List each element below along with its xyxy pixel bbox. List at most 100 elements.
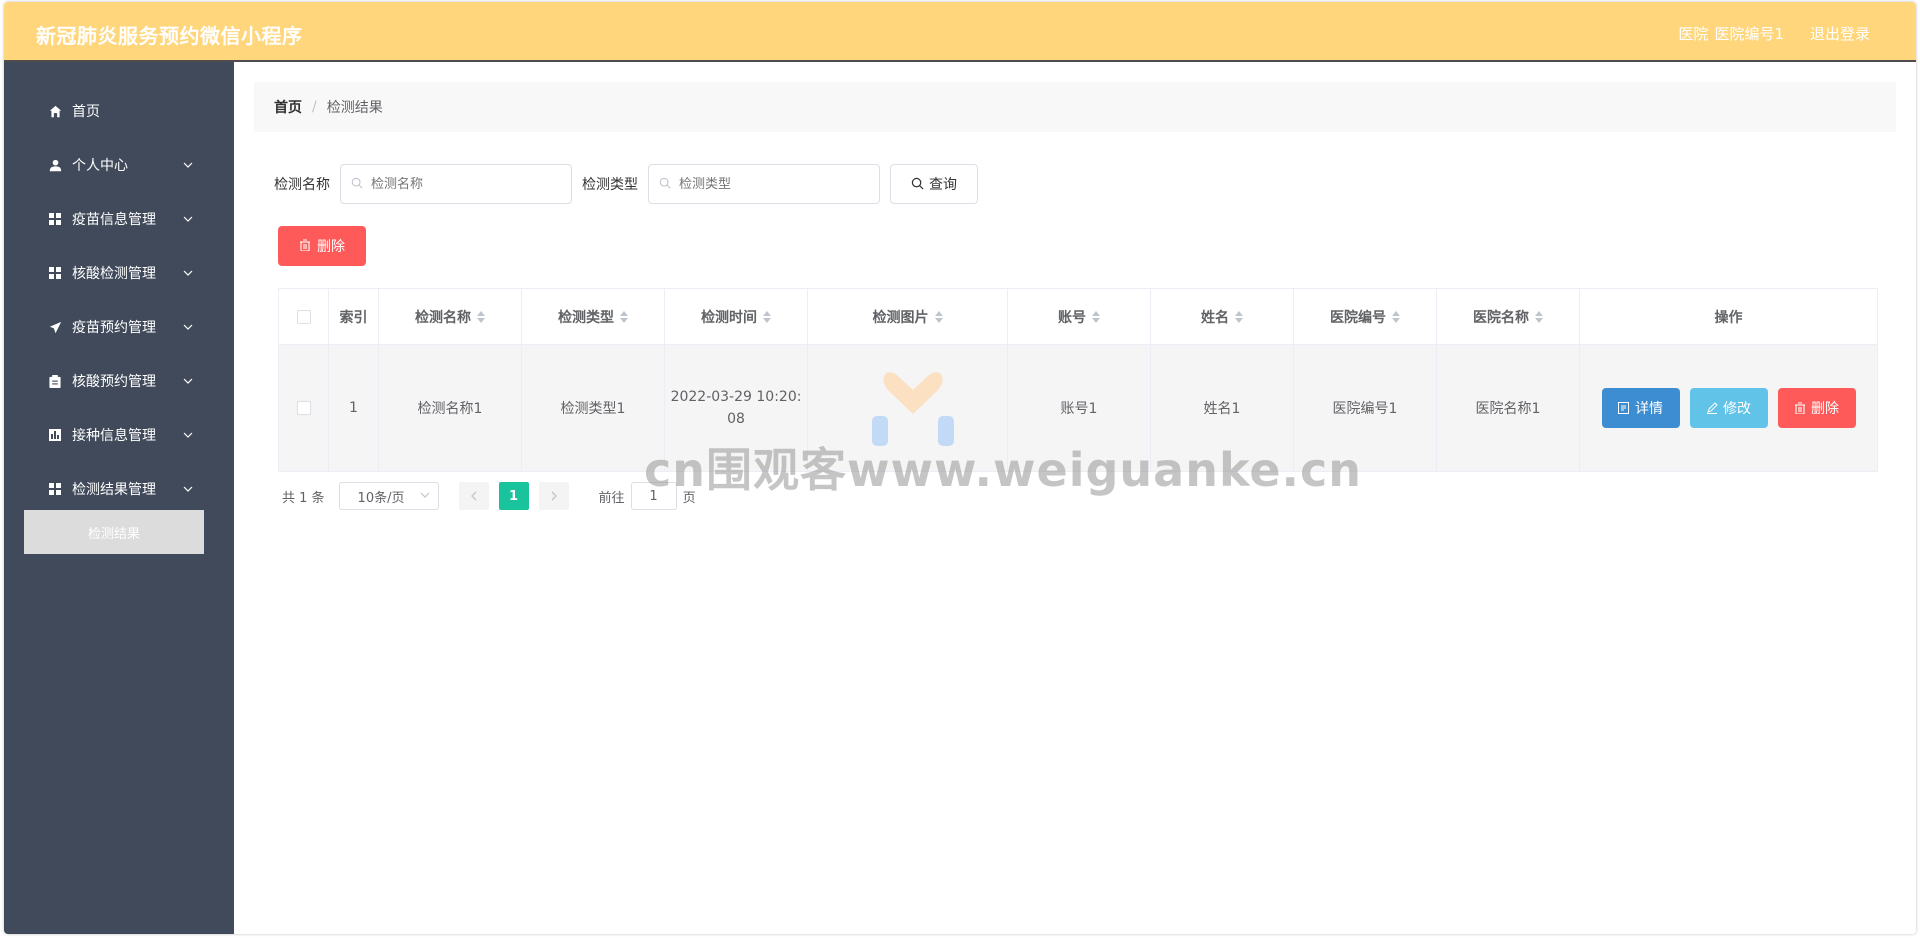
header-test-image[interactable]: 检测图片 (808, 289, 1008, 344)
select-all-checkbox[interactable] (296, 309, 311, 324)
chevron-left-icon (470, 491, 477, 501)
prev-page-button[interactable] (458, 482, 489, 510)
cell-index: 1 (329, 345, 379, 471)
breadcrumb: 首页 / 检测结果 (254, 82, 1896, 132)
table-header: 索引 检测名称 检测类型 检测时间 检测图片 账号 姓名 医院编号 医院名称 操… (279, 289, 1877, 345)
sort-icon[interactable] (1535, 310, 1543, 323)
chevron-down-icon (182, 429, 194, 441)
query-button-label: 查询 (929, 177, 957, 193)
column-label: 姓名 (1201, 309, 1229, 326)
row-delete-button[interactable]: 删除 (1777, 388, 1856, 428)
search-bar: 检测名称 检测类型 查询 (274, 164, 978, 204)
chevron-down-icon (182, 375, 194, 387)
header-select-cell (279, 289, 329, 344)
query-button[interactable]: 查询 (890, 164, 978, 204)
sort-icon[interactable] (477, 310, 485, 323)
breadcrumb-separator: / (312, 99, 317, 115)
pagination-total: 共 1 条 (282, 490, 325, 506)
page-size-select[interactable]: 10条/页 (338, 482, 439, 510)
cell-hospital-code: 医院编号1 (1294, 345, 1437, 471)
user-area: 医院 医院编号1 退出登录 (1678, 23, 1870, 44)
home-icon (48, 104, 62, 118)
sidebar-item-home[interactable]: 首页 (4, 84, 234, 138)
header-hospital-name[interactable]: 医院名称 (1437, 289, 1580, 344)
clipboard-icon (48, 374, 62, 388)
grid-icon (48, 266, 62, 280)
sidebar-item-result-management[interactable]: 检测结果管理 (4, 462, 234, 516)
logout-link[interactable]: 退出登录 (1810, 23, 1870, 44)
page-number-current[interactable]: 1 (498, 482, 529, 510)
header-person-name[interactable]: 姓名 (1151, 289, 1294, 344)
grid-icon (48, 212, 62, 226)
sidebar-item-label: 检测结果管理 (72, 482, 156, 498)
type-search-field[interactable] (648, 164, 880, 204)
detail-button[interactable]: 详情 (1601, 388, 1680, 428)
goto-page-input[interactable]: 1 (630, 482, 677, 510)
search-icon (911, 177, 925, 191)
top-bar: 新冠肺炎服务预约微信小程序 医院 医院编号1 退出登录 (4, 2, 1916, 62)
header-test-name[interactable]: 检测名称 (379, 289, 522, 344)
sort-icon[interactable] (934, 310, 943, 323)
sidebar-item-vaccine-info[interactable]: 疫苗信息管理 (4, 192, 234, 246)
sort-icon[interactable] (1092, 310, 1100, 323)
goto-suffix: 页 (682, 490, 696, 506)
time-line-1: 2022-03-29 10:20: (670, 389, 802, 405)
sort-icon[interactable] (1235, 310, 1243, 323)
user-name: 医院编号1 (1714, 25, 1784, 43)
user-role: 医院 (1678, 25, 1709, 43)
sort-icon[interactable] (1392, 310, 1400, 323)
column-label: 操作 (1714, 309, 1743, 326)
sort-icon[interactable] (620, 310, 628, 323)
column-label: 账号 (1058, 309, 1086, 326)
sidebar-item-label: 疫苗预约管理 (72, 320, 156, 336)
header-test-type[interactable]: 检测类型 (522, 289, 665, 344)
chevron-down-icon (182, 483, 194, 495)
cell-hospital-name: 医院名称1 (1437, 345, 1580, 471)
header-hospital-code[interactable]: 医院编号 (1294, 289, 1437, 344)
sidebar-item-nucleic-booking[interactable]: 核酸预约管理 (4, 354, 234, 408)
sidebar-item-vaccine-booking[interactable]: 疫苗预约管理 (4, 300, 234, 354)
user-icon (48, 158, 62, 172)
trash-icon (1794, 401, 1807, 415)
cell-test-time: 2022-03-29 10:20: 08 (665, 345, 808, 471)
bulk-delete-button[interactable]: 删除 (278, 226, 366, 266)
sidebar-item-nucleic-test[interactable]: 核酸检测管理 (4, 246, 234, 300)
sidebar-item-label: 接种信息管理 (72, 428, 156, 444)
goto-prefix: 前往 (598, 490, 625, 506)
sidebar-item-label: 核酸检测管理 (72, 266, 156, 282)
name-label: 检测名称 (274, 177, 330, 193)
bulk-delete-label: 删除 (317, 239, 345, 255)
table-row: 1 检测名称1 检测类型1 2022-03-29 10:20: 08 账号1 姓… (279, 345, 1877, 471)
sort-icon[interactable] (763, 310, 771, 323)
search-icon (351, 177, 365, 191)
name-search-input[interactable] (371, 176, 551, 192)
chevron-down-icon (182, 321, 194, 333)
header-test-time[interactable]: 检测时间 (665, 289, 808, 344)
detail-button-label: 详情 (1635, 401, 1663, 417)
breadcrumb-home[interactable]: 首页 (274, 97, 302, 117)
sidebar-subitem-results[interactable]: 检测结果 (24, 510, 204, 554)
time-line-2: 08 (727, 411, 745, 427)
name-search-field[interactable] (340, 164, 572, 204)
column-label: 检测类型 (558, 309, 614, 326)
type-search-input[interactable] (679, 176, 859, 192)
cell-actions: 详情 修改 删除 (1580, 345, 1877, 471)
edit-icon (1706, 401, 1719, 415)
search-icon (659, 177, 673, 191)
sidebar: 首页 个人中心 疫苗信息管理 核酸检测管理 疫苗预约管理 核酸预约管理 接种信息… (4, 62, 234, 934)
row-checkbox[interactable] (296, 401, 311, 415)
sidebar-item-vaccination-info[interactable]: 接种信息管理 (4, 408, 234, 462)
chevron-down-icon (420, 489, 430, 504)
document-icon (1618, 401, 1631, 415)
chevron-right-icon (551, 491, 557, 501)
next-page-button[interactable] (538, 482, 569, 510)
column-label: 检测图片 (872, 309, 929, 326)
cell-test-name: 检测名称1 (379, 345, 522, 471)
sidebar-item-personal[interactable]: 个人中心 (4, 138, 234, 192)
header-account[interactable]: 账号 (1008, 289, 1151, 344)
edit-button[interactable]: 修改 (1689, 388, 1768, 428)
cell-test-image (808, 345, 1008, 471)
row-select-cell (279, 345, 329, 471)
sidebar-item-label: 首页 (72, 104, 100, 120)
trash-icon (299, 239, 313, 253)
